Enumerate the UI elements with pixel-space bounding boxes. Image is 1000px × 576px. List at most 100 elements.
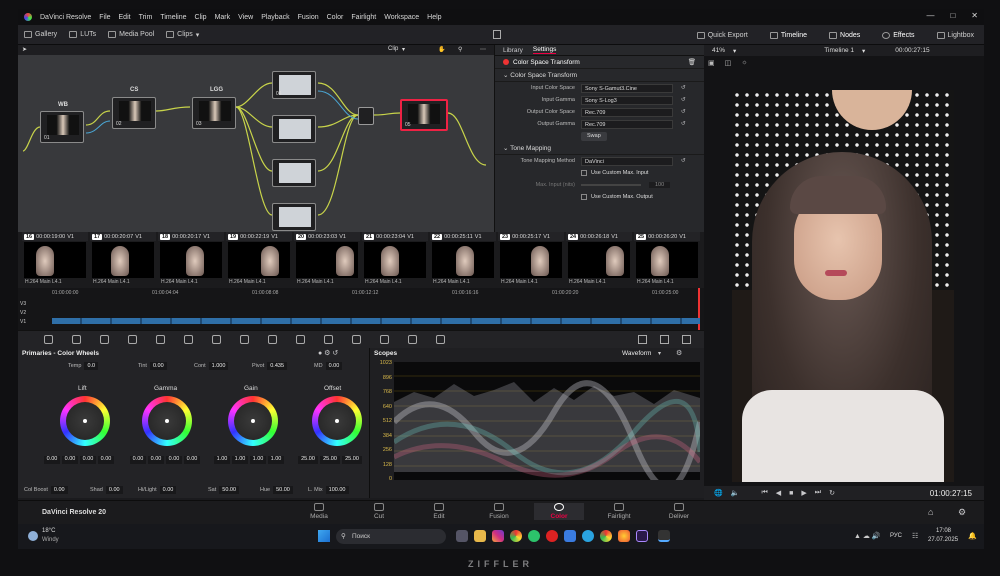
- play-icon[interactable]: ▶: [801, 489, 806, 497]
- skip-start-icon[interactable]: ⏮: [761, 489, 767, 497]
- loop-icon[interactable]: ↻: [829, 489, 835, 497]
- menu-mark[interactable]: Mark: [215, 14, 231, 21]
- home-icon[interactable]: ⌂: [928, 507, 933, 517]
- gain-b[interactable]: 1.00: [268, 456, 284, 464]
- tone-mapping-method-select[interactable]: DaVinci: [581, 156, 673, 166]
- weather-icon[interactable]: [28, 531, 38, 541]
- menu-edit[interactable]: Edit: [119, 14, 131, 21]
- chrome-icon[interactable]: [510, 530, 522, 542]
- gallery-button[interactable]: Gallery: [18, 31, 63, 38]
- gain-wheel[interactable]: [228, 396, 278, 446]
- waveform-toggle-icon[interactable]: [638, 335, 647, 344]
- qualifier-icon[interactable]: [212, 335, 221, 344]
- gain-y[interactable]: 1.00: [214, 456, 230, 464]
- lift-wheel[interactable]: [60, 396, 110, 446]
- quick-export-button[interactable]: Quick Export: [691, 31, 754, 39]
- node-layer-2[interactable]: [272, 115, 316, 143]
- custom-max-input-checkbox[interactable]: [581, 170, 587, 176]
- key-icon[interactable]: [352, 335, 361, 344]
- pivot-value[interactable]: 0.435: [267, 362, 287, 370]
- rewind-icon[interactable]: ◀: [776, 489, 781, 497]
- page-media[interactable]: Media: [294, 503, 344, 520]
- chrome-2-icon[interactable]: [600, 530, 612, 542]
- menu-view[interactable]: View: [238, 14, 253, 21]
- clip-thumbnail[interactable]: 20 00:00:23:03 V1 H.264 Main L4.1: [294, 232, 360, 288]
- more-options-icon[interactable]: ⋯: [480, 46, 486, 53]
- menu-clip[interactable]: Clip: [195, 14, 207, 21]
- opera-icon[interactable]: [546, 530, 558, 542]
- tray-icons[interactable]: ▲ ☁ 🔊: [854, 532, 881, 540]
- highlights-value[interactable]: 0.00: [159, 486, 177, 494]
- gain-g[interactable]: 1.00: [250, 456, 266, 464]
- hue-value[interactable]: 50.00: [273, 486, 293, 494]
- gamma-y[interactable]: 0.00: [130, 456, 146, 464]
- primaries-icon[interactable]: [44, 335, 53, 344]
- node-layer-3[interactable]: [272, 159, 316, 187]
- section-tone-mapping[interactable]: ⌄ Tone Mapping: [495, 142, 704, 155]
- reset-icon[interactable]: ↺: [681, 109, 686, 115]
- explorer-icon[interactable]: [474, 530, 486, 542]
- input-gamma-select[interactable]: Sony S-Log3: [581, 95, 673, 105]
- tint-value[interactable]: 0.00: [149, 362, 167, 370]
- node-layer-1[interactable]: 04: [272, 71, 316, 99]
- tab-library[interactable]: Library: [503, 47, 523, 54]
- custom-max-output-checkbox[interactable]: [581, 194, 587, 200]
- max-input-value[interactable]: 100: [649, 182, 671, 188]
- highlight-icon[interactable]: ☼: [741, 59, 747, 67]
- sizing-icon[interactable]: [380, 335, 389, 344]
- luts-button[interactable]: LUTs: [63, 31, 102, 38]
- lift-g[interactable]: 0.00: [80, 456, 96, 464]
- md-value[interactable]: 0.00: [325, 362, 343, 370]
- zoom-select[interactable]: 41%: [712, 47, 725, 54]
- image-wipe-icon[interactable]: ▣: [708, 59, 715, 67]
- 3d-icon[interactable]: [408, 335, 417, 344]
- color-boost-value[interactable]: 0.00: [50, 486, 68, 494]
- rgb-mixer-icon[interactable]: [100, 335, 109, 344]
- shadows-value[interactable]: 0.00: [105, 486, 123, 494]
- max-input-slider[interactable]: [581, 184, 641, 186]
- reset-icon[interactable]: ↺: [681, 85, 686, 91]
- notification-icon[interactable]: 🔔: [968, 532, 977, 540]
- scope-settings-icon[interactable]: ⚙: [676, 349, 682, 357]
- scope-mode-select[interactable]: Waveform: [622, 350, 651, 357]
- language-indicator[interactable]: РУС: [890, 533, 902, 539]
- split-screen-icon[interactable]: ◫: [725, 59, 732, 67]
- reset-icon[interactable]: ↺: [681, 97, 686, 103]
- clip-thumbnail[interactable]: 16 00:00:19:00 V1 H.264 Main L4.1: [22, 232, 88, 288]
- timeline-name[interactable]: Timeline 1: [824, 47, 854, 54]
- clip-thumbnail[interactable]: 24 00:00:26:18 V1 H.264 Main L4.1: [566, 232, 632, 288]
- hand-icon[interactable]: ✋: [438, 46, 445, 53]
- offset-g[interactable]: 25.00: [320, 456, 340, 464]
- node-cs[interactable]: 02: [112, 97, 156, 129]
- scope-layout-icon[interactable]: [660, 335, 669, 344]
- section-color-space-transform[interactable]: ⌄ Color Space Transform: [495, 69, 704, 82]
- page-fairlight[interactable]: Fairlight: [594, 503, 644, 520]
- lift-r[interactable]: 0.00: [62, 456, 78, 464]
- clip-thumbnail[interactable]: 22 00:00:25:11 V1 H.264 Main L4.1: [430, 232, 496, 288]
- offset-r[interactable]: 25.00: [298, 456, 318, 464]
- trash-icon[interactable]: 🗑: [688, 58, 696, 66]
- gain-r[interactable]: 1.00: [232, 456, 248, 464]
- viewer[interactable]: ▣ ◫ ☼: [704, 56, 984, 486]
- page-deliver[interactable]: Deliver: [654, 503, 704, 520]
- pointer-icon[interactable]: ➤: [22, 46, 27, 53]
- offset-wheel[interactable]: [312, 396, 362, 446]
- taskbar-search[interactable]: ⚲ Поиск: [336, 529, 446, 544]
- color-warper-icon[interactable]: [184, 335, 193, 344]
- motion-effects-icon[interactable]: [128, 335, 137, 344]
- clip-thumbnail[interactable]: 18 00:00:20:17 V1 H.264 Main L4.1: [158, 232, 224, 288]
- clip-thumbnail[interactable]: 25 00:00:26:20 V1 H.264 Main L4.1: [634, 232, 700, 288]
- effect-toggle-icon[interactable]: [503, 59, 509, 65]
- audio-icon[interactable]: 🔈: [731, 489, 740, 497]
- gamma-g[interactable]: 0.00: [166, 456, 182, 464]
- media-pool-button[interactable]: Media Pool: [102, 31, 160, 38]
- node-editor[interactable]: WB 01 CS 02 LGG 03 04 05: [18, 55, 494, 232]
- menu-playback[interactable]: Playback: [261, 14, 289, 21]
- menu-help[interactable]: Help: [427, 14, 441, 21]
- whatsapp-icon[interactable]: [528, 530, 540, 542]
- clock-time[interactable]: 17:08: [936, 528, 951, 534]
- temp-value[interactable]: 0.0: [84, 362, 99, 370]
- page-color[interactable]: Color: [534, 503, 584, 520]
- clip-thumbnail[interactable]: 23 00:00:25:17 V1 H.264 Main L4.1: [498, 232, 564, 288]
- firefox-icon[interactable]: [618, 530, 630, 542]
